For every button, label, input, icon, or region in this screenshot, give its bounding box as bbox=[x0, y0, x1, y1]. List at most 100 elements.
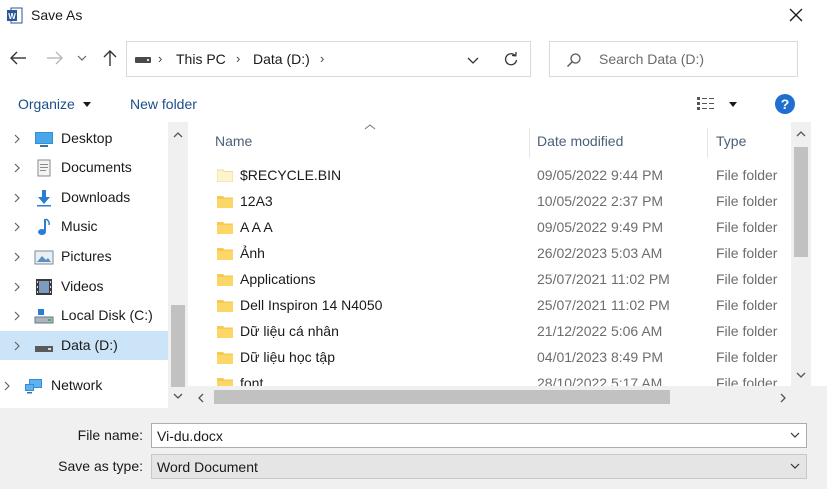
view-options-icon[interactable] bbox=[697, 97, 715, 111]
file-type: File folder bbox=[716, 193, 778, 209]
file-name: Applications bbox=[240, 271, 316, 287]
folder-icon bbox=[217, 352, 233, 364]
nav-scroll-thumb[interactable] bbox=[171, 305, 185, 387]
nav-item-local-disk-c[interactable]: Local Disk (C:) bbox=[0, 301, 168, 330]
column-divider[interactable] bbox=[707, 128, 708, 158]
file-list-vertical-scrollbar[interactable] bbox=[791, 122, 811, 386]
nav-item-pictures[interactable]: Pictures bbox=[0, 242, 168, 271]
back-button[interactable] bbox=[6, 45, 30, 71]
column-divider[interactable] bbox=[529, 128, 530, 158]
new-folder-button[interactable]: New folder bbox=[130, 96, 197, 112]
drive-icon bbox=[35, 346, 53, 352]
chevron-right-icon[interactable] bbox=[13, 193, 21, 203]
file-name: 12A3 bbox=[240, 193, 273, 209]
file-list-horizontal-scrollbar[interactable] bbox=[188, 386, 811, 408]
file-name-field[interactable]: Vi-du.docx bbox=[151, 423, 807, 448]
horizontal-scroll-thumb[interactable] bbox=[214, 390, 670, 404]
chevron-right-icon[interactable]: › bbox=[236, 51, 240, 66]
forward-button[interactable] bbox=[43, 45, 67, 71]
search-placeholder: Search Data (D:) bbox=[599, 51, 705, 67]
file-row[interactable]: 12A3 10/05/2022 2:37 PM File folder bbox=[188, 189, 791, 215]
scroll-right-icon[interactable] bbox=[779, 393, 787, 403]
file-type: File folder bbox=[716, 297, 778, 313]
nav-scrollbar[interactable] bbox=[168, 122, 188, 408]
caret-down-icon[interactable] bbox=[729, 102, 737, 107]
file-row[interactable]: Dữ liệu cá nhân 21/12/2022 5:06 AM File … bbox=[188, 319, 791, 345]
nav-item-label: Documents bbox=[61, 159, 132, 175]
chevron-right-icon[interactable] bbox=[13, 282, 21, 292]
nav-item-label: Music bbox=[61, 218, 98, 234]
file-date: 04/01/2023 8:49 PM bbox=[537, 349, 664, 365]
search-input[interactable]: Search Data (D:) bbox=[549, 41, 798, 77]
local-disk-icon bbox=[34, 309, 54, 324]
file-type: File folder bbox=[716, 219, 778, 235]
file-name-label: File name: bbox=[77, 427, 143, 443]
file-type: File folder bbox=[716, 349, 778, 365]
scroll-left-icon[interactable] bbox=[197, 393, 205, 403]
file-row[interactable]: $RECYCLE.BIN 09/05/2022 9:44 PM File fol… bbox=[188, 163, 791, 189]
command-bar: Organize New folder ? bbox=[0, 88, 827, 121]
scroll-down-icon[interactable] bbox=[173, 392, 183, 400]
nav-item-label: Videos bbox=[61, 278, 104, 294]
save-as-type-select[interactable]: Word Document bbox=[151, 454, 807, 479]
file-row[interactable]: Ảnh 26/02/2023 5:03 AM File folder bbox=[188, 241, 791, 267]
nav-item-label: Data (D:) bbox=[61, 337, 118, 353]
nav-item-music[interactable]: Music bbox=[0, 212, 168, 241]
scrollbar-corner bbox=[811, 386, 827, 408]
column-header-type[interactable]: Type bbox=[716, 133, 746, 149]
refresh-button[interactable] bbox=[496, 46, 526, 72]
chevron-right-icon[interactable]: › bbox=[320, 51, 324, 66]
pictures-icon bbox=[34, 250, 54, 265]
file-row[interactable]: A A A 09/05/2022 9:49 PM File folder bbox=[188, 215, 791, 241]
scroll-up-icon[interactable] bbox=[796, 130, 806, 138]
chevron-right-icon[interactable] bbox=[13, 222, 21, 232]
organize-button[interactable]: Organize bbox=[18, 96, 75, 112]
file-row[interactable]: Applications 25/07/2021 11:02 PM File fo… bbox=[188, 267, 791, 293]
nav-item-downloads[interactable]: Downloads bbox=[0, 183, 168, 212]
recent-locations-button[interactable] bbox=[74, 45, 90, 71]
file-type: File folder bbox=[716, 167, 778, 183]
nav-item-documents[interactable]: Documents bbox=[0, 153, 168, 182]
address-bar[interactable]: › This PC › Data (D:) › bbox=[126, 41, 531, 77]
up-button[interactable] bbox=[98, 45, 122, 71]
arrow-right-icon bbox=[47, 51, 63, 65]
chevron-right-icon[interactable] bbox=[13, 252, 21, 262]
file-type: File folder bbox=[716, 323, 778, 339]
nav-item-videos[interactable]: Videos bbox=[0, 272, 168, 301]
file-name: Dell Inspiron 14 N4050 bbox=[240, 297, 383, 313]
help-icon[interactable]: ? bbox=[775, 94, 795, 114]
folder-icon bbox=[217, 222, 233, 234]
column-header-date-modified[interactable]: Date modified bbox=[537, 133, 623, 149]
folder-icon bbox=[217, 196, 233, 208]
file-name: Ảnh bbox=[240, 245, 265, 261]
chevron-right-icon[interactable] bbox=[13, 311, 21, 321]
chevron-down-icon[interactable] bbox=[790, 432, 800, 439]
window-title: Save As bbox=[31, 7, 83, 23]
vertical-scroll-thumb[interactable] bbox=[794, 147, 808, 257]
file-name: Dữ liệu học tập bbox=[240, 349, 335, 365]
column-header-name[interactable]: Name bbox=[215, 133, 252, 149]
breadcrumb-data-d[interactable]: Data (D:) bbox=[253, 51, 310, 67]
file-row[interactable]: Dữ liệu học tập 04/01/2023 8:49 PM File … bbox=[188, 345, 791, 371]
folder-icon bbox=[217, 300, 233, 312]
chevron-down-icon[interactable] bbox=[790, 463, 800, 470]
chevron-right-icon[interactable] bbox=[13, 134, 21, 144]
address-dropdown-icon[interactable] bbox=[463, 50, 483, 70]
close-icon[interactable] bbox=[785, 4, 807, 26]
file-date: 10/05/2022 2:37 PM bbox=[537, 193, 664, 209]
nav-item-network[interactable]: Network bbox=[0, 371, 158, 400]
scroll-down-icon[interactable] bbox=[796, 371, 806, 379]
caret-down-icon[interactable] bbox=[83, 102, 91, 107]
chevron-right-icon[interactable] bbox=[13, 163, 21, 173]
search-icon bbox=[567, 53, 581, 67]
scroll-up-icon[interactable] bbox=[173, 131, 183, 139]
file-row[interactable]: Dell Inspiron 14 N4050 25/07/2021 11:02 … bbox=[188, 293, 791, 319]
nav-item-desktop[interactable]: Desktop bbox=[0, 124, 168, 153]
chevron-right-icon[interactable] bbox=[3, 381, 11, 391]
file-list: Name Date modified Type $RECYCLE.BIN 09/… bbox=[188, 122, 827, 408]
breadcrumb-this-pc[interactable]: This PC bbox=[176, 51, 226, 67]
nav-item-label: Network bbox=[51, 377, 103, 393]
chevron-right-icon[interactable] bbox=[13, 341, 21, 351]
nav-item-data-d[interactable]: Data (D:) bbox=[0, 331, 168, 360]
word-app-icon: W bbox=[7, 7, 23, 24]
